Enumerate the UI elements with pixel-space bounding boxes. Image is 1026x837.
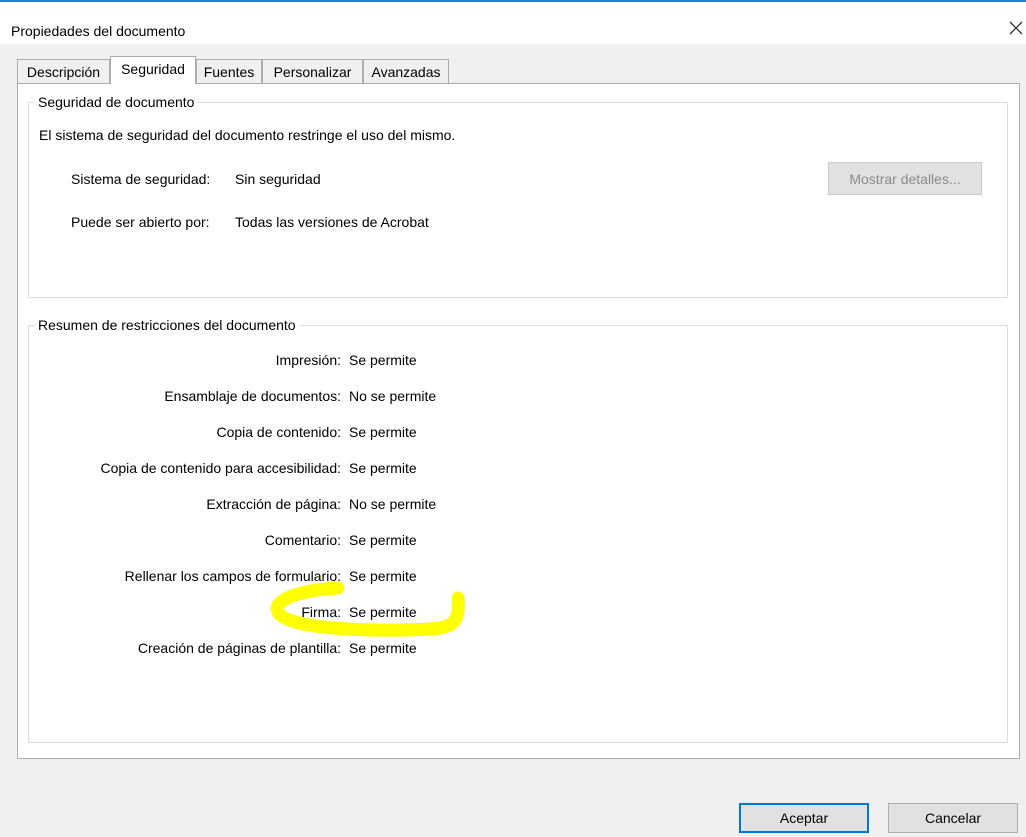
tab-personalizar[interactable]: Personalizar [262, 59, 363, 83]
restriction-value: Se permite [349, 568, 417, 584]
restriction-label: Copia de contenido para accesibilidad: [100, 460, 342, 476]
restriction-value: Se permite [349, 424, 417, 440]
tab-label: Avanzadas [371, 64, 441, 80]
restriction-label: Comentario: [264, 532, 341, 548]
ok-button[interactable]: Aceptar [739, 803, 869, 833]
tab-label: Descripción [26, 64, 101, 80]
security-system-value: Sin seguridad [235, 171, 321, 187]
tab-fuentes[interactable]: Fuentes [196, 59, 262, 83]
restriction-label: Copia de contenido: [216, 424, 341, 440]
restriction-label: Extracción de página: [206, 496, 341, 512]
restriction-label: Firma: [301, 604, 341, 620]
close-icon[interactable] [1006, 18, 1026, 38]
restriction-label: Creación de páginas de plantilla: [137, 640, 341, 656]
restriction-label: Impresión: [275, 352, 341, 368]
restriction-label: Rellenar los campos de formulario: [124, 568, 341, 584]
tab-seguridad[interactable]: Seguridad [110, 56, 196, 84]
restriction-value: Se permite [349, 640, 417, 656]
window-title: Propiedades del documento [11, 23, 186, 39]
opened-by-value: Todas las versiones de Acrobat [235, 214, 429, 230]
restriction-value: No se permite [349, 388, 437, 404]
security-group-title: Seguridad de documento [35, 93, 198, 111]
tab-label: Seguridad [121, 61, 185, 77]
security-description: El sistema de seguridad del documento re… [39, 127, 456, 143]
restriction-value: Se permite [349, 352, 417, 368]
tab-avanzadas[interactable]: Avanzadas [363, 59, 449, 83]
tab-descripcion[interactable]: Descripción [17, 59, 110, 83]
restrictions-group-title: Resumen de restricciones del documento [35, 316, 299, 334]
restriction-value: Se permite [349, 532, 417, 548]
cancel-button[interactable]: Cancelar [888, 803, 1018, 833]
title-bar: Propiedades del documento [0, 2, 1026, 44]
restriction-value: Se permite [349, 604, 417, 620]
tab-label: Personalizar [273, 64, 352, 80]
show-details-button[interactable]: Mostrar detalles... [828, 162, 982, 195]
restriction-value: Se permite [349, 460, 417, 476]
security-system-label: Sistema de seguridad: [71, 171, 211, 187]
tab-label: Fuentes [203, 64, 255, 80]
restriction-value: No se permite [349, 496, 437, 512]
restriction-label: Ensamblaje de documentos: [164, 388, 341, 404]
opened-by-label: Puede ser abierto por: [71, 214, 210, 230]
